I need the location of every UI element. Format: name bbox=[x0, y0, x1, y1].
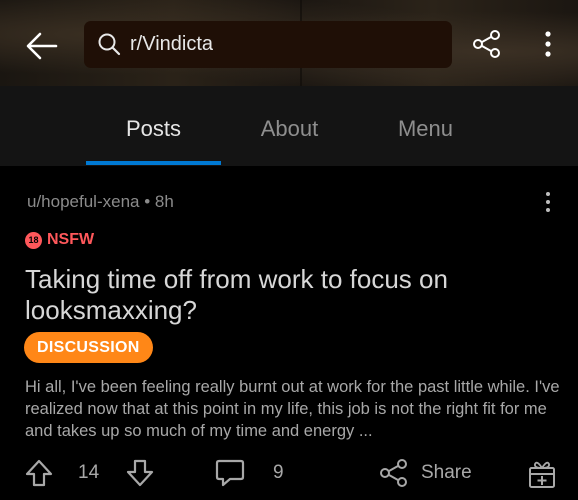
post-author[interactable]: u/hopeful-xena bbox=[27, 192, 139, 211]
nsfw-tag: 18 NSFW bbox=[25, 230, 94, 250]
nsfw-label: NSFW bbox=[47, 231, 95, 248]
more-vertical-icon bbox=[546, 192, 550, 212]
post-flair[interactable]: DISCUSSION bbox=[24, 332, 153, 363]
upvote-arrow-icon bbox=[25, 459, 53, 487]
comment-count: 9 bbox=[273, 462, 284, 483]
share-icon bbox=[473, 30, 500, 58]
active-tab-indicator bbox=[86, 161, 221, 165]
tab-about[interactable]: About bbox=[222, 86, 357, 166]
arrow-left-icon bbox=[26, 32, 58, 60]
post-body-preview[interactable]: Hi all, I've been feeling really burnt o… bbox=[25, 376, 560, 442]
header-more-button[interactable] bbox=[540, 30, 556, 58]
subreddit-tabs: Posts About Menu bbox=[0, 86, 578, 166]
nsfw-18-icon: 18 bbox=[25, 231, 42, 249]
comments-button[interactable] bbox=[214, 457, 246, 489]
share-icon bbox=[380, 459, 407, 487]
back-button[interactable] bbox=[24, 28, 60, 64]
more-vertical-icon bbox=[545, 31, 551, 57]
gift-icon bbox=[529, 461, 555, 488]
post-more-button[interactable] bbox=[540, 191, 556, 213]
vote-count: 14 bbox=[78, 462, 100, 483]
subreddit-header: r/Vindicta bbox=[0, 0, 578, 86]
share-subreddit-button[interactable] bbox=[472, 29, 502, 59]
tab-posts[interactable]: Posts bbox=[86, 86, 221, 166]
meta-separator: • bbox=[144, 192, 151, 211]
downvote-arrow-icon bbox=[126, 459, 154, 487]
downvote-button[interactable] bbox=[125, 458, 155, 488]
comment-bubble-icon bbox=[215, 459, 245, 487]
search-query-text: r/Vindicta bbox=[130, 33, 214, 55]
post-age: 8h bbox=[154, 192, 174, 211]
upvote-button[interactable] bbox=[24, 458, 54, 488]
post-action-bar: 14 9 Share bbox=[0, 446, 578, 500]
search-bar[interactable]: r/Vindicta bbox=[84, 21, 452, 68]
share-label: Share bbox=[421, 462, 472, 483]
award-button[interactable] bbox=[526, 458, 558, 490]
post-title[interactable]: Taking time off from work to focus on lo… bbox=[25, 264, 545, 326]
post-meta: u/hopeful-xena • 8h bbox=[27, 192, 174, 212]
search-icon bbox=[98, 33, 121, 56]
tab-menu[interactable]: Menu bbox=[358, 86, 493, 166]
